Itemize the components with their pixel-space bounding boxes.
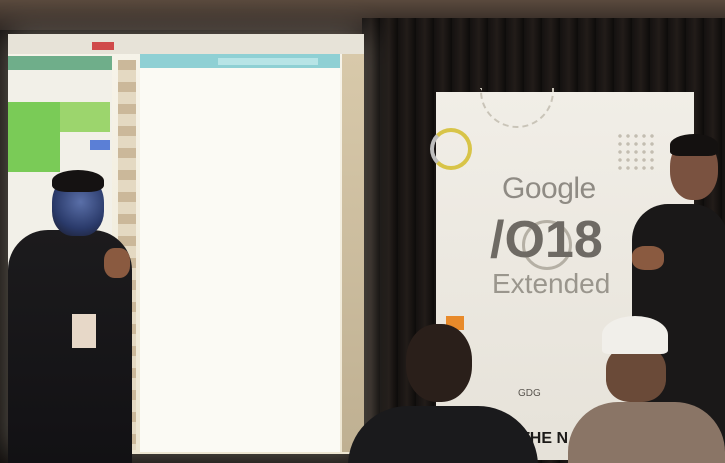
banner-arc-decoration: [480, 88, 554, 128]
audience-left-body: [348, 406, 538, 463]
photo-scene: Google /O18 Extended GDG THE N: [0, 0, 725, 463]
speaker-left: [8, 170, 138, 463]
projected-panel-header: [8, 56, 112, 70]
projected-document: [140, 54, 340, 452]
projected-toolbar: [8, 34, 364, 54]
speaker-left-badge: [72, 314, 96, 348]
speaker-right-hair: [670, 134, 718, 156]
projected-light-green-block: [60, 102, 110, 132]
audience-left-head: [406, 324, 472, 402]
projected-red-button: [92, 42, 114, 50]
banner-io-text: /O18: [490, 211, 603, 269]
banner-google-text: Google: [502, 172, 596, 205]
banner-circle-logo: [430, 128, 472, 170]
speaker-right-hand: [632, 246, 664, 270]
audience-right-cap: [602, 316, 668, 354]
audience-member-left: [348, 318, 538, 463]
projected-blue-button: [90, 140, 110, 150]
banner-extended-text: Extended: [492, 268, 611, 299]
projected-green-block: [8, 102, 60, 172]
projected-document-header: [140, 54, 340, 68]
audience-member-right: [568, 316, 725, 463]
projected-document-tab: [218, 58, 318, 65]
speaker-left-hair: [52, 170, 104, 192]
speaker-left-hand: [104, 248, 130, 278]
audience-right-head: [606, 346, 666, 402]
audience-right-body: [568, 402, 725, 463]
